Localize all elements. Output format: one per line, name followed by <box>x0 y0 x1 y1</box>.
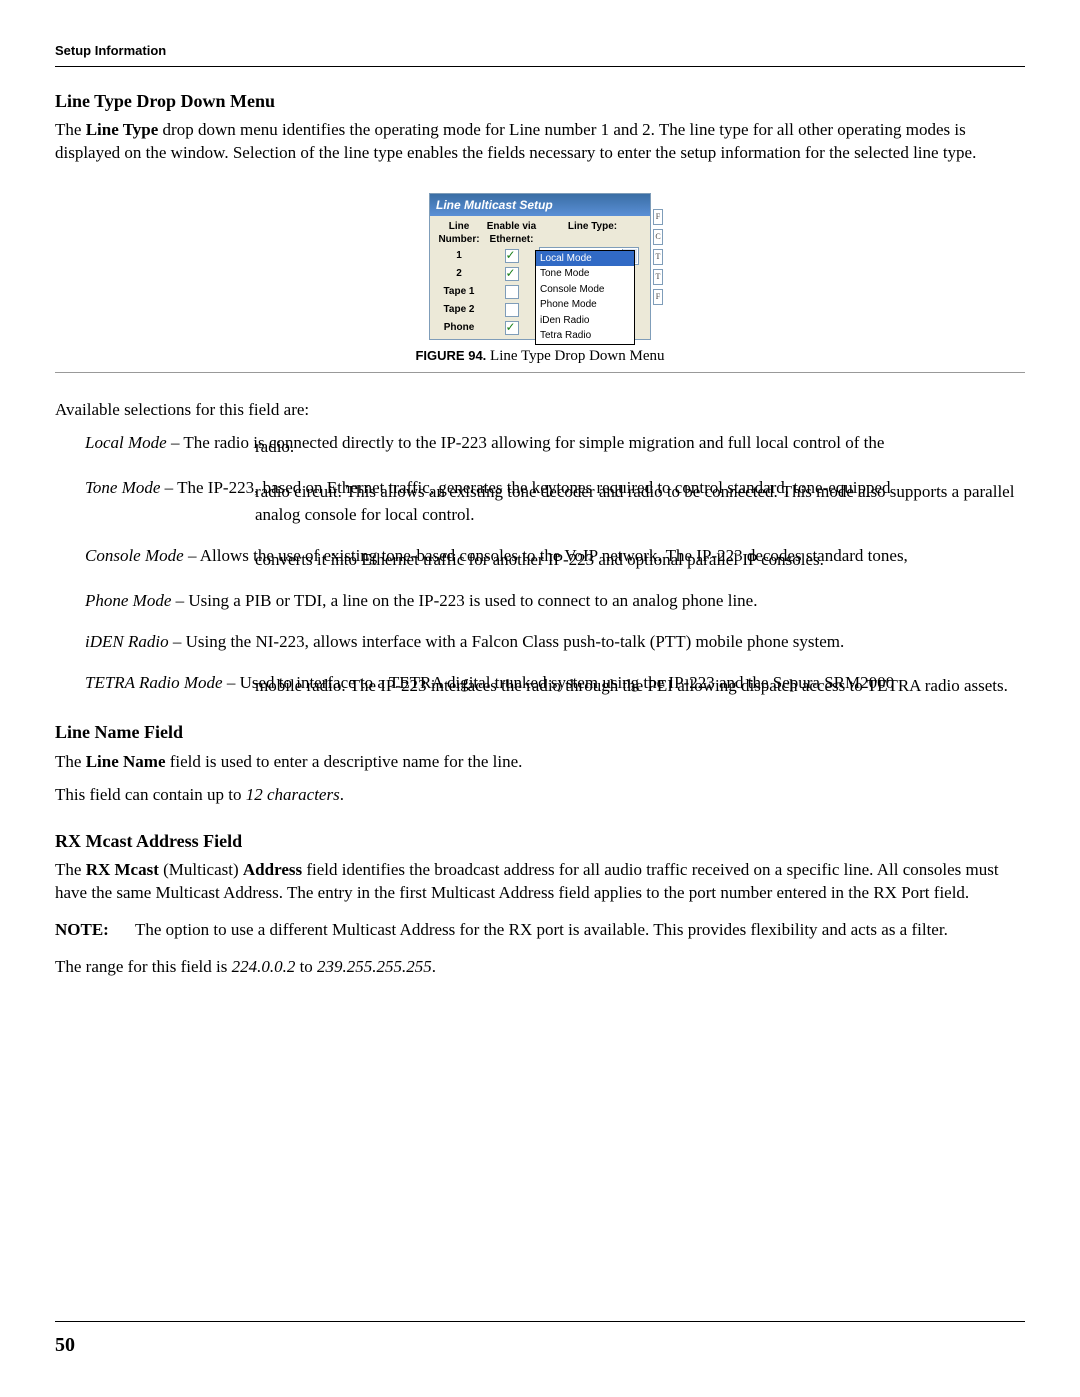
page-footer: 50 <box>55 1313 1025 1360</box>
dropdown-option[interactable]: Tone Mode <box>536 266 634 282</box>
list-item: Phone Mode – Using a PIB or TDI, a line … <box>85 590 1025 613</box>
dropdown-option[interactable]: Local Mode <box>536 251 634 267</box>
paragraph-rx-mcast-1: The RX Mcast (Multicast) Address field i… <box>55 859 1025 905</box>
checkbox-icon[interactable] <box>505 303 519 317</box>
line-type-dropdown[interactable]: Local Mode Tone Mode Console Mode Phone … <box>535 250 635 345</box>
dialog-title: Line Multicast Setup <box>430 194 650 216</box>
header-rule <box>55 66 1025 67</box>
dropdown-option[interactable]: iDen Radio <box>536 313 634 329</box>
figure-caption: FIGURE 94. Line Type Drop Down Menu <box>55 346 1025 366</box>
dropdown-option[interactable]: Console Mode <box>536 282 634 298</box>
mode-definition-list: Local Mode – The radio is connected dire… <box>85 432 1025 698</box>
list-item: Console Mode – Allows the use of existin… <box>85 545 1025 572</box>
checkbox-icon[interactable] <box>505 321 519 335</box>
checkbox-icon[interactable] <box>505 267 519 281</box>
note-text: The option to use a different Multicast … <box>135 919 1025 942</box>
dropdown-option[interactable]: Tetra Radio <box>536 328 634 344</box>
list-item: Tone Mode – The IP-223, based on Etherne… <box>85 477 1025 527</box>
paragraph-rx-range: The range for this field is 224.0.0.2 to… <box>55 956 1025 979</box>
paragraph-available-selections: Available selections for this field are: <box>55 399 1025 422</box>
note-label: NOTE: <box>55 919 135 942</box>
table-header: Line Number: Enable via Ethernet: Line T… <box>434 220 646 247</box>
page-number: 50 <box>55 1332 1025 1359</box>
paragraph-line-name-1: The Line Name field is used to enter a d… <box>55 751 1025 774</box>
checkbox-icon[interactable] <box>505 285 519 299</box>
heading-line-type: Line Type Drop Down Menu <box>55 89 1025 113</box>
list-item: iDEN Radio – Using the NI-223, allows in… <box>85 631 1025 654</box>
dropdown-option[interactable]: Phone Mode <box>536 297 634 313</box>
heading-rx-mcast: RX Mcast Address Field <box>55 829 1025 853</box>
list-item: TETRA Radio Mode – Used to interface to … <box>85 672 1025 699</box>
running-header: Setup Information <box>55 42 1025 60</box>
paragraph-line-type-intro: The Line Type drop down menu identifies … <box>55 119 1025 165</box>
paragraph-line-name-2: This field can contain up to 12 characte… <box>55 784 1025 807</box>
list-item: Local Mode – The radio is connected dire… <box>85 432 1025 459</box>
dialog-line-multicast-setup: Line Multicast Setup Line Number: Enable… <box>429 193 651 340</box>
heading-line-name: Line Name Field <box>55 720 1025 744</box>
note-block: NOTE: The option to use a different Mult… <box>55 919 1025 942</box>
figure-rule <box>55 372 1025 373</box>
page: Setup Information Line Type Drop Down Me… <box>0 0 1080 1397</box>
figure-94: Line Multicast Setup Line Number: Enable… <box>55 193 1025 366</box>
side-input-boxes: F C T T F <box>653 209 661 309</box>
checkbox-icon[interactable] <box>505 249 519 263</box>
